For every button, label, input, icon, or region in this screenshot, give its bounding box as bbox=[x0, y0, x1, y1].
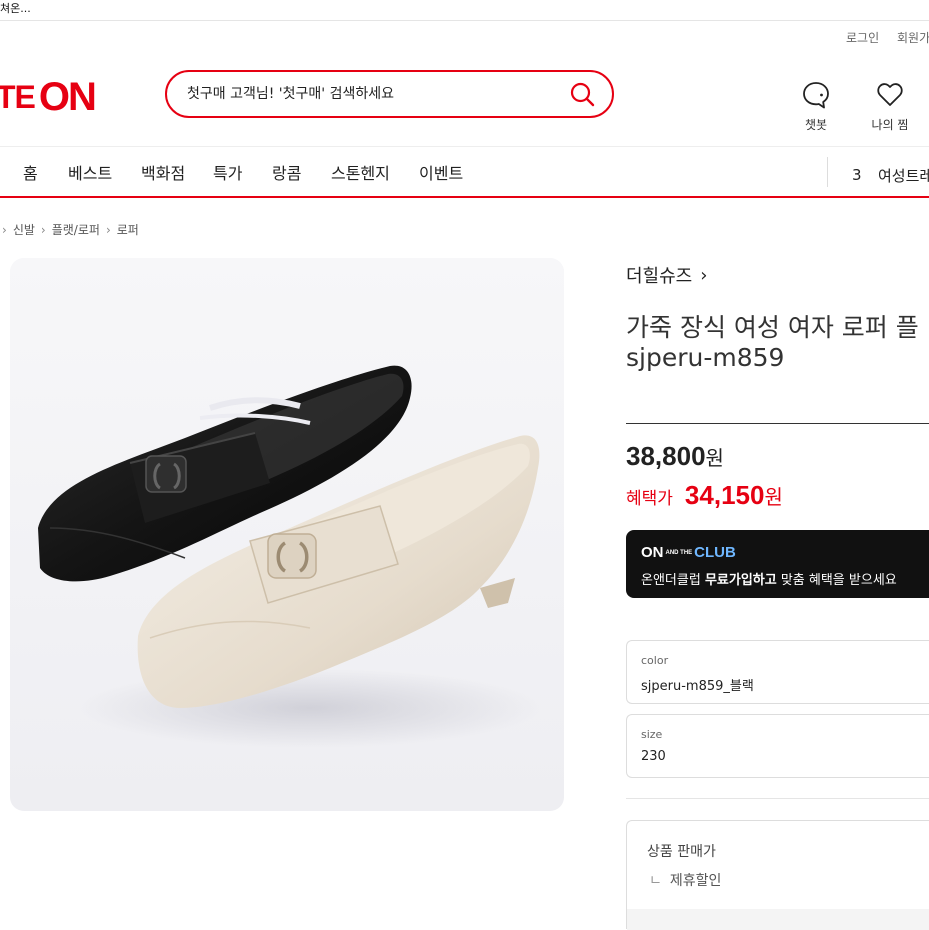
logo-right-text: ON bbox=[38, 74, 97, 119]
gnb-underline bbox=[0, 196, 929, 198]
ranking-keyword[interactable]: 여성트레 bbox=[878, 165, 929, 186]
header-divider bbox=[0, 146, 929, 147]
seller-price-box: 상품 판매가 ㄴ 제휴할인 bbox=[626, 820, 929, 930]
club-logo: ON AND THE CLUB bbox=[641, 544, 736, 561]
gnb-home[interactable]: 홈 bbox=[23, 160, 38, 184]
wishlist-label: 나의 찜 bbox=[871, 118, 909, 132]
chevron-right-icon: › bbox=[105, 222, 111, 237]
color-option-label: color bbox=[641, 654, 669, 667]
chatbot-label: 챗봇 bbox=[804, 118, 828, 132]
ranking-number: 3 bbox=[852, 166, 862, 184]
size-option-value: 230 bbox=[641, 749, 666, 764]
breadcrumb: › 신발 › 플랫/로퍼 › 로퍼 bbox=[0, 221, 139, 238]
search-icon bbox=[570, 82, 595, 107]
gnb-stonehenge[interactable]: 스톤헨지 bbox=[331, 160, 390, 184]
gnb-best[interactable]: 베스트 bbox=[68, 160, 112, 184]
breadcrumb-flats-loafers[interactable]: 플랫/로퍼 bbox=[52, 221, 100, 238]
search-button[interactable] bbox=[568, 80, 598, 110]
seller-price-title: 상품 판매가 bbox=[647, 844, 716, 860]
heart-icon bbox=[877, 83, 903, 106]
loading-text: 쳐온... bbox=[0, 2, 31, 15]
partner-discount-label: 제휴할인 bbox=[669, 873, 722, 889]
gnb-special-deal[interactable]: 특가 bbox=[213, 160, 242, 184]
size-option-label: size bbox=[641, 728, 663, 741]
corner-indent-icon: ㄴ bbox=[649, 873, 662, 889]
loafer-shoes-image bbox=[10, 258, 564, 811]
club-text-after: 맞춤 혜택을 받으세요 bbox=[776, 573, 897, 588]
partner-discount: ㄴ 제휴할인 bbox=[649, 870, 721, 890]
search-input[interactable] bbox=[187, 83, 557, 105]
benefit-value: 34,150 bbox=[684, 480, 765, 510]
gnb-department-store[interactable]: 백화점 bbox=[141, 160, 185, 184]
seller-box-footer bbox=[627, 909, 929, 930]
gnb-event[interactable]: 이벤트 bbox=[419, 160, 463, 184]
benefit-price: 혜택가 34,150 원 bbox=[626, 480, 783, 511]
chatbot-button[interactable]: 챗봇 bbox=[796, 80, 836, 133]
breadcrumb-loafers[interactable]: 로퍼 bbox=[117, 221, 139, 238]
product-image[interactable] bbox=[10, 258, 564, 811]
size-option-select[interactable]: size 230 bbox=[626, 714, 929, 778]
lotte-on-logo[interactable]: TE ON bbox=[0, 72, 97, 122]
club-text-before: 온앤더클럽 bbox=[641, 573, 705, 588]
club-logo-club: CLUB bbox=[694, 544, 736, 561]
benefit-label: 혜택가 bbox=[626, 489, 673, 509]
top-divider bbox=[0, 20, 929, 21]
club-text-bold: 무료가입하고 bbox=[704, 573, 777, 588]
brand-name: 더힐슈즈 bbox=[626, 266, 693, 287]
product-title-line1: 가죽 장식 여성 여자 로퍼 플 bbox=[626, 313, 919, 342]
club-message: 온앤더클럽 무료가입하고 맞춤 혜택을 받으세요 bbox=[641, 569, 897, 588]
gnb-separator bbox=[827, 157, 828, 187]
chevron-right-icon: › bbox=[700, 264, 708, 286]
logo-left-text: TE bbox=[0, 78, 36, 115]
benefit-unit: 원 bbox=[764, 485, 783, 509]
price-value: 38,800 bbox=[626, 441, 706, 471]
option-divider bbox=[626, 798, 929, 799]
breadcrumb-shoes[interactable]: 신발 bbox=[13, 221, 35, 238]
login-link[interactable]: 로그인 bbox=[846, 29, 879, 46]
chevron-right-icon: › bbox=[2, 222, 7, 237]
chevron-right-icon: › bbox=[40, 222, 46, 237]
price-unit: 원 bbox=[705, 446, 724, 470]
on-and-the-club-banner[interactable]: ON AND THE CLUB 온앤더클럽 무료가입하고 맞춤 혜택을 받으세요 bbox=[626, 530, 929, 598]
gnb-lancome[interactable]: 랑콤 bbox=[272, 160, 301, 184]
brand-link[interactable]: 더힐슈즈 › bbox=[626, 262, 707, 288]
chat-bubble-icon bbox=[803, 82, 829, 109]
club-logo-on: ON bbox=[641, 544, 664, 561]
signup-link[interactable]: 회원가 bbox=[897, 29, 929, 46]
title-divider bbox=[626, 423, 929, 424]
original-price: 38,800원 bbox=[626, 441, 724, 472]
club-logo-and: AND THE bbox=[665, 550, 693, 557]
search-bar bbox=[165, 70, 614, 118]
product-title-line2: sjperu-m859 bbox=[626, 343, 785, 372]
wishlist-button[interactable]: 나의 찜 bbox=[866, 80, 914, 133]
color-option-value: sjperu-m859_블랙 bbox=[641, 679, 754, 694]
color-option-select[interactable]: color sjperu-m859_블랙 bbox=[626, 640, 929, 704]
